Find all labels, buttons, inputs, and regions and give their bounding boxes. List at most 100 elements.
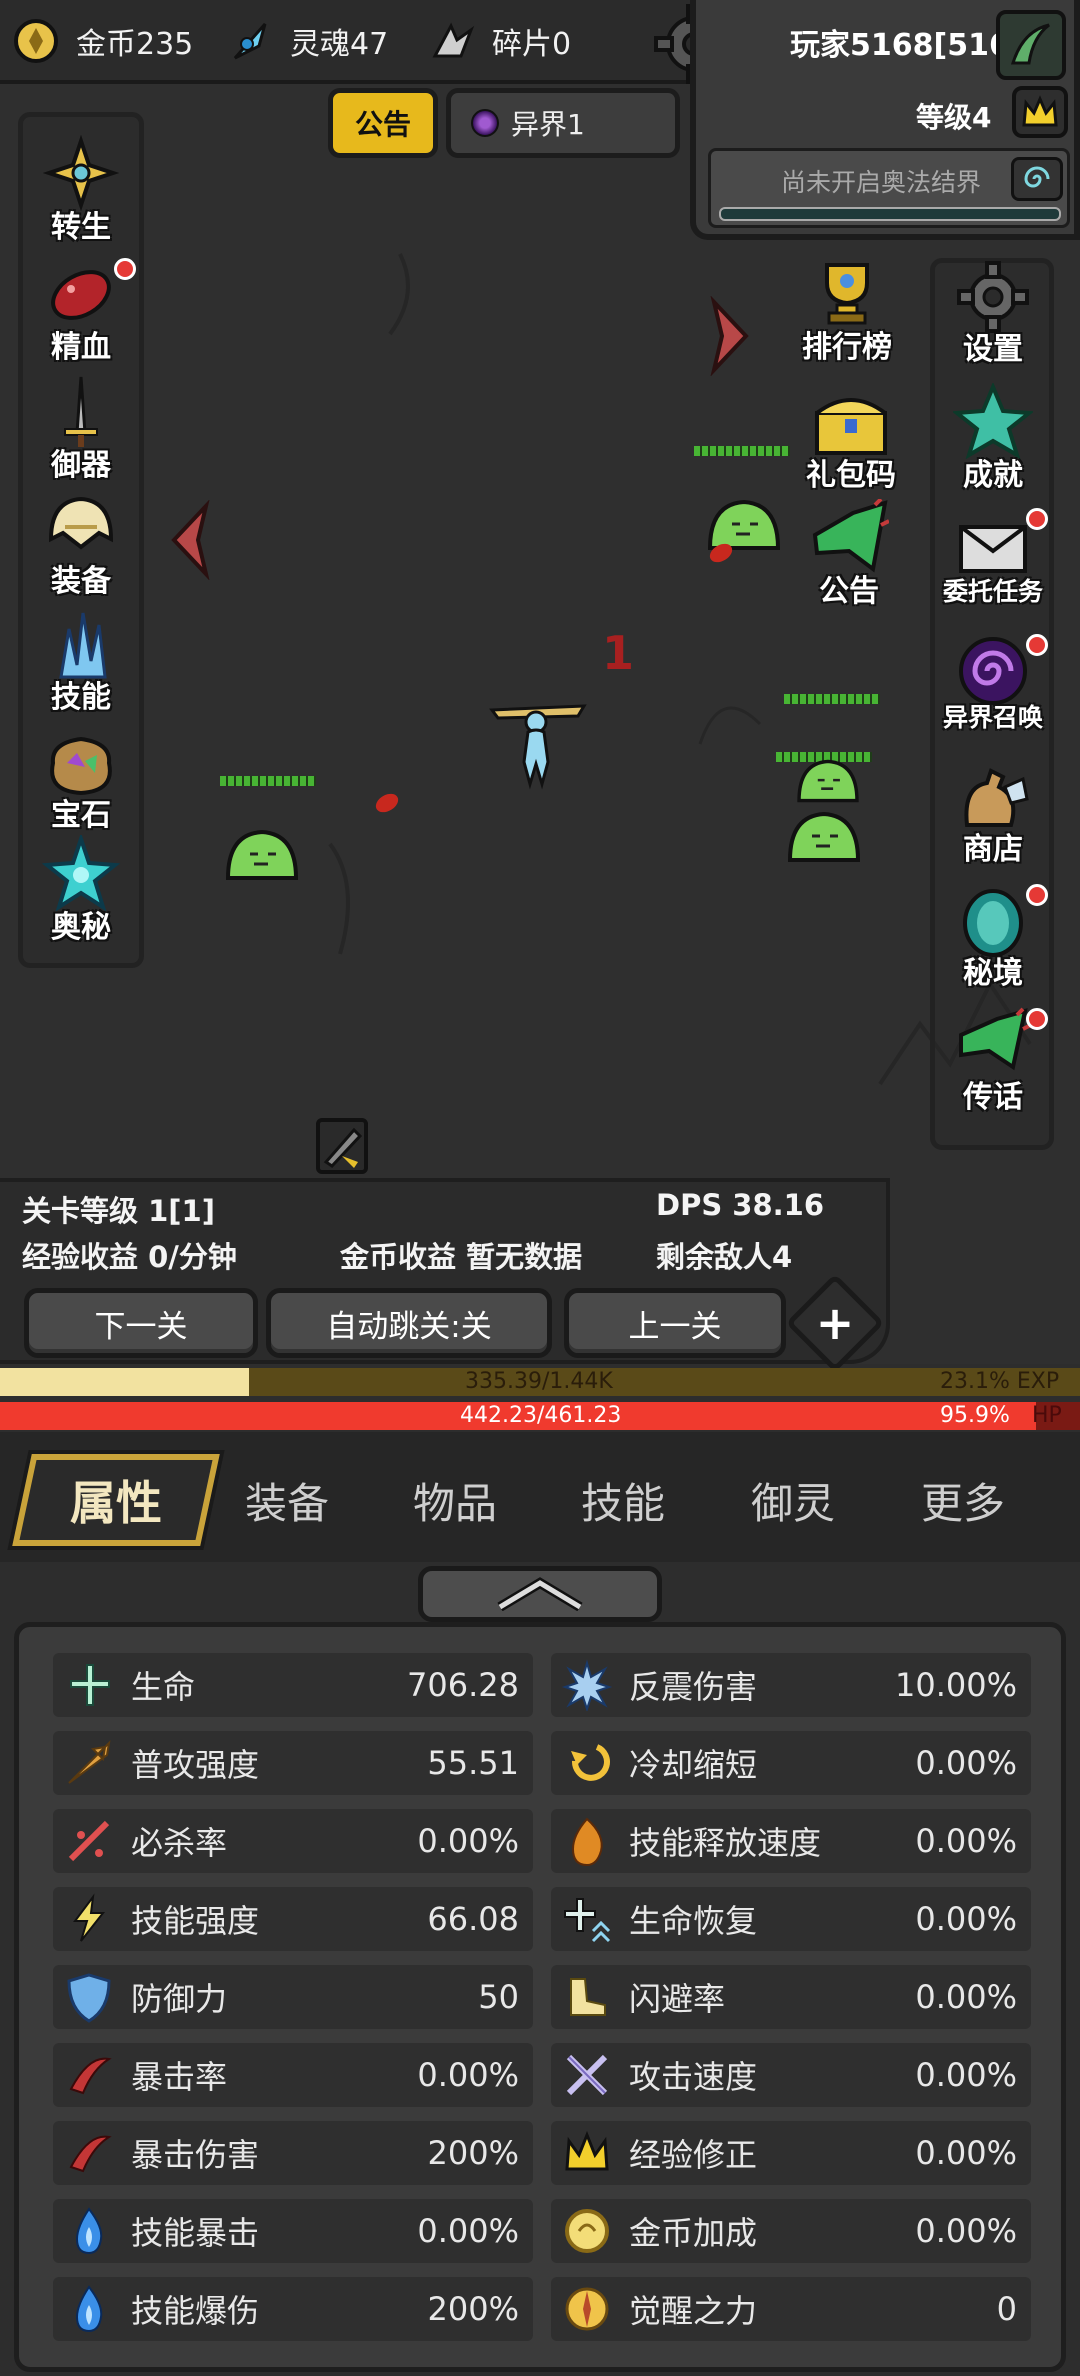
stat-row[interactable]: 技能释放速度 0.00%	[551, 1809, 1031, 1873]
mid-menu-item-trophy[interactable]: 排行榜	[782, 256, 912, 366]
stat-name: 经验修正	[629, 2136, 758, 2174]
exp-bar-fill	[0, 1368, 250, 1396]
stat-row[interactable]: 技能爆伤 200%	[53, 2277, 533, 2341]
soul-resource[interactable]: 灵魂47	[222, 10, 388, 72]
stat-row[interactable]: 暴击伤害 200%	[53, 2121, 533, 2185]
left-menu-item-label: 精血	[51, 330, 111, 365]
helmet-icon	[38, 490, 124, 564]
next-page-arrow[interactable]	[700, 295, 760, 377]
stat-row[interactable]: 攻击速度 0.00%	[551, 2043, 1031, 2107]
realm-tab[interactable]: 异界1	[446, 88, 680, 158]
prev-page-arrow[interactable]	[160, 499, 220, 581]
right-menu-item-label: 成就	[963, 458, 1023, 493]
rebirth-icon	[38, 135, 124, 211]
right-menu-item-secret-realm[interactable]: 秘境	[928, 882, 1058, 992]
stat-value: 0.00%	[915, 1822, 1017, 1860]
left-menu-item-gem-bag[interactable]: 宝石	[16, 724, 146, 834]
stat-value: 50	[478, 1978, 519, 2016]
slime-icon	[797, 759, 859, 803]
cooldown-icon	[557, 1733, 617, 1793]
stat-name: 反震伤害	[629, 1668, 758, 1706]
crown-icon	[557, 2123, 617, 2183]
stat-row[interactable]: 技能暴击 0.00%	[53, 2199, 533, 2263]
right-menu-item-portal[interactable]: 异界召唤	[928, 632, 1058, 742]
stat-name: 生命	[131, 1668, 196, 1706]
arcane-star-icon	[38, 835, 124, 911]
stat-row[interactable]: 觉醒之力 0	[551, 2277, 1031, 2341]
slime-enemy[interactable]	[790, 758, 866, 808]
stat-row[interactable]: 普攻强度 55.51	[53, 1731, 533, 1795]
right-menu-item-shop[interactable]: 商店	[928, 758, 1058, 868]
enemy-health-bar	[694, 446, 790, 456]
claw-icon	[59, 2123, 119, 2183]
stat-row[interactable]: 冷却缩短 0.00%	[551, 1731, 1031, 1795]
exp-percent: 23.1% EXP	[940, 1369, 1060, 1394]
stat-row[interactable]: 闪避率 0.00%	[551, 1965, 1031, 2029]
prev-stage-button[interactable]: 上一关	[564, 1288, 786, 1358]
bottom-tabs: 属性 装备 物品 技能 御灵 更多	[0, 1432, 1080, 1562]
boot-icon	[557, 1967, 617, 2027]
left-menu-item-label: 技能	[51, 680, 111, 715]
left-menu-item-label: 装备	[51, 564, 111, 599]
stat-row[interactable]: 防御力 50	[53, 1965, 533, 2029]
slime-enemy[interactable]	[786, 810, 862, 868]
stat-row[interactable]: 生命恢复 0.00%	[551, 1887, 1031, 1951]
compass-icon	[557, 2279, 617, 2339]
avatar[interactable]	[996, 10, 1066, 80]
left-menu-item-label: 奥秘	[51, 910, 111, 945]
arcane-barrier-box[interactable]: 尚未开启奥法结界	[708, 148, 1070, 228]
stat-row[interactable]: 生命 706.28	[53, 1653, 533, 1717]
stat-value: 0.00%	[417, 2056, 519, 2094]
stat-row[interactable]: 反震伤害 10.00%	[551, 1653, 1031, 1717]
tab-attributes[interactable]: 属性	[12, 1454, 220, 1546]
mid-menu-item-label: 公告	[819, 574, 879, 609]
sword-loot-icon	[323, 1127, 363, 1168]
stat-value: 0.00%	[417, 2212, 519, 2250]
right-menu-item-gear[interactable]: 设置	[928, 258, 1058, 368]
crown-icon	[1022, 95, 1058, 127]
tab-skills[interactable]: 技能	[558, 1450, 688, 1550]
soul-amount: 灵魂47	[290, 27, 389, 62]
stat-row[interactable]: 技能强度 66.08	[53, 1887, 533, 1951]
left-menu-item-blood-essence[interactable]: 精血	[16, 256, 146, 366]
tab-spirits[interactable]: 御灵	[728, 1450, 858, 1550]
tab-equipment[interactable]: 装备	[222, 1450, 352, 1550]
stat-row[interactable]: 金币加成 0.00%	[551, 2199, 1031, 2263]
gold-resource[interactable]: 金币235	[8, 10, 193, 72]
notice-tab[interactable]: 公告	[328, 88, 438, 158]
next-stage-button[interactable]: 下一关	[24, 1288, 258, 1358]
left-menu-item-sword[interactable]: 御器	[16, 374, 146, 484]
hero-icon	[489, 704, 587, 790]
shard-resource[interactable]: 碎片0	[424, 10, 571, 72]
mid-menu-item-chest[interactable]: 礼包码	[786, 384, 916, 494]
hp-label: HP	[1032, 1403, 1062, 1428]
stage-level: 关卡等级 1[1]	[22, 1194, 215, 1228]
stat-value: 0.00%	[915, 1900, 1017, 1938]
auto-skip-button[interactable]: 自动跳关:关	[266, 1288, 552, 1358]
left-menu-item-arcane-star[interactable]: 奥秘	[16, 835, 146, 946]
right-menu-item-horn[interactable]: 传话	[928, 1006, 1058, 1116]
attributes-panel: 生命 706.28 普攻强度 55.51 必杀率 0.00% 技能强度 66.08 防御力 50 暴…	[14, 1622, 1066, 2372]
slime-enemy[interactable]	[224, 828, 300, 886]
gear-icon	[950, 258, 1036, 333]
right-menu-item-letter[interactable]: 委托任务	[928, 506, 1058, 616]
stat-row[interactable]: 暴击率 0.00%	[53, 2043, 533, 2107]
right-menu-item-label: 商店	[963, 832, 1023, 867]
collapse-panel-button[interactable]	[418, 1566, 662, 1622]
left-menu-item-helmet[interactable]: 装备	[16, 490, 146, 600]
stat-row[interactable]: 经验修正 0.00%	[551, 2121, 1031, 2185]
right-menu-item-star[interactable]: 成就	[928, 383, 1058, 494]
loot-item[interactable]	[316, 1118, 368, 1174]
left-menu-item-rebirth[interactable]: 转生	[16, 135, 146, 246]
chest-icon	[808, 384, 894, 458]
right-menu-item-label: 委托任务	[942, 577, 1043, 606]
notification-badge	[1026, 508, 1048, 530]
enemy-health-bar	[220, 776, 316, 786]
tab-label: 御灵	[750, 1478, 835, 1528]
left-menu-item-ice-crystal[interactable]: 技能	[16, 606, 146, 716]
vip-crown-button[interactable]	[1012, 86, 1068, 138]
mid-menu-item-megaphone[interactable]: 公告	[784, 499, 914, 610]
stat-row[interactable]: 必杀率 0.00%	[53, 1809, 533, 1873]
tab-items[interactable]: 物品	[390, 1450, 520, 1550]
tab-more[interactable]: 更多	[898, 1450, 1028, 1550]
